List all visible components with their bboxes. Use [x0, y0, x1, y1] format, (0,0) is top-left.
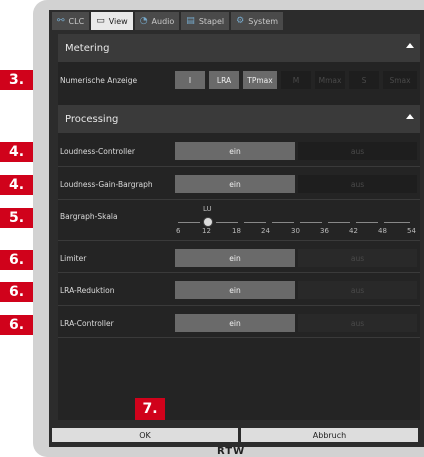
lra-reduction-label: LRA-Reduktion — [60, 286, 115, 295]
collapse-icon[interactable] — [406, 114, 414, 119]
ok-button[interactable]: OK — [52, 428, 238, 442]
rtw-logo: RTW — [217, 446, 246, 457]
row-divider — [58, 305, 420, 306]
stack-icon: ▤ — [186, 16, 195, 26]
gain-bargraph-on-button[interactable]: ein — [175, 175, 295, 193]
slider-segment — [328, 222, 350, 223]
numeric-i-button[interactable]: I — [175, 71, 205, 89]
limiter-on-button[interactable]: ein — [175, 249, 295, 267]
numeric-lra-button[interactable]: LRA — [209, 71, 239, 89]
callout-3: 3. — [0, 70, 33, 90]
callout-6c: 6. — [0, 315, 33, 335]
row-divider — [58, 166, 420, 167]
numeric-mmax-button[interactable]: Mmax — [315, 71, 345, 89]
loudness-controller-off-button[interactable]: aus — [298, 142, 417, 160]
tab-stapel[interactable]: ▤ Stapel — [181, 12, 230, 30]
scale-tick: 6 — [176, 227, 181, 235]
row-divider — [58, 240, 420, 241]
scale-unit-label: LU — [203, 205, 212, 213]
callout-6b: 6. — [0, 282, 33, 302]
tab-label: CLC — [68, 16, 85, 26]
scale-tick: 48 — [378, 227, 387, 235]
slider-segment — [300, 222, 322, 223]
network-icon: ⚯ — [57, 16, 65, 26]
numeric-smax-button[interactable]: Smax — [383, 71, 417, 89]
limiter-label: Limiter — [60, 254, 87, 263]
section-title: Processing — [65, 113, 119, 125]
lra-controller-off-button[interactable]: aus — [298, 314, 417, 332]
slider-segment — [384, 222, 410, 223]
tab-audio[interactable]: ◔ Audio — [134, 12, 180, 30]
lra-controller-on-button[interactable]: ein — [175, 314, 295, 332]
numeric-m-button[interactable]: M — [281, 71, 311, 89]
lra-controller-label: LRA-Controller — [60, 319, 114, 328]
loudness-controller-label: Loudness-Controller — [60, 147, 135, 156]
numeric-tpmax-button[interactable]: TPmax — [243, 71, 277, 89]
cancel-button[interactable]: Abbruch — [241, 428, 418, 442]
callout-6a: 6. — [0, 250, 33, 270]
processing-header[interactable]: Processing — [58, 105, 420, 133]
callout-4b: 4. — [0, 175, 33, 195]
callout-5: 5. — [0, 208, 33, 228]
callout-4a: 4. — [0, 142, 33, 162]
row-divider — [58, 272, 420, 273]
row-divider — [58, 337, 420, 338]
callout-7: 7. — [135, 398, 165, 420]
scale-tick: 42 — [349, 227, 358, 235]
scale-tick: 54 — [407, 227, 416, 235]
tab-clc[interactable]: ⚯ CLC — [52, 12, 90, 30]
numeric-s-button[interactable]: S — [349, 71, 379, 89]
tab-label: System — [248, 16, 279, 26]
scale-tick: 24 — [261, 227, 270, 235]
scale-tick: 30 — [291, 227, 300, 235]
row-divider — [58, 199, 420, 200]
slider-segment — [244, 222, 266, 223]
tab-bar: ⚯ CLC ▭ View ◔ Audio ▤ Stapel ⚙ System — [52, 12, 284, 30]
gain-bargraph-off-button[interactable]: aus — [298, 175, 417, 193]
scale-tick: 18 — [232, 227, 241, 235]
collapse-icon[interactable] — [406, 43, 414, 48]
slider-knob[interactable] — [203, 217, 213, 227]
tab-system[interactable]: ⚙ System — [231, 12, 284, 30]
audio-icon: ◔ — [139, 16, 148, 26]
gear-icon: ⚙ — [236, 16, 245, 26]
gain-bargraph-label: Loudness-Gain-Bargraph — [60, 180, 153, 189]
numeric-display-label: Numerische Anzeige — [60, 76, 138, 85]
limiter-off-button[interactable]: aus — [298, 249, 417, 267]
slider-segment — [356, 222, 378, 223]
section-title: Metering — [65, 42, 110, 54]
lra-reduction-on-button[interactable]: ein — [175, 281, 295, 299]
metering-header[interactable]: Metering — [58, 34, 420, 62]
slider-segment — [272, 222, 294, 223]
scale-tick: 12 — [202, 227, 211, 235]
tab-label: View — [108, 16, 128, 26]
slider-segment — [216, 222, 238, 223]
lra-reduction-off-button[interactable]: aus — [298, 281, 417, 299]
tab-label: Stapel — [198, 16, 225, 26]
loudness-controller-on-button[interactable]: ein — [175, 142, 295, 160]
scale-tick: 36 — [320, 227, 329, 235]
tab-label: Audio — [151, 16, 175, 26]
bargraph-scale-label: Bargraph-Skala — [60, 212, 118, 221]
monitor-icon: ▭ — [96, 16, 105, 26]
slider-segment — [178, 222, 200, 223]
tab-view[interactable]: ▭ View — [91, 12, 133, 30]
